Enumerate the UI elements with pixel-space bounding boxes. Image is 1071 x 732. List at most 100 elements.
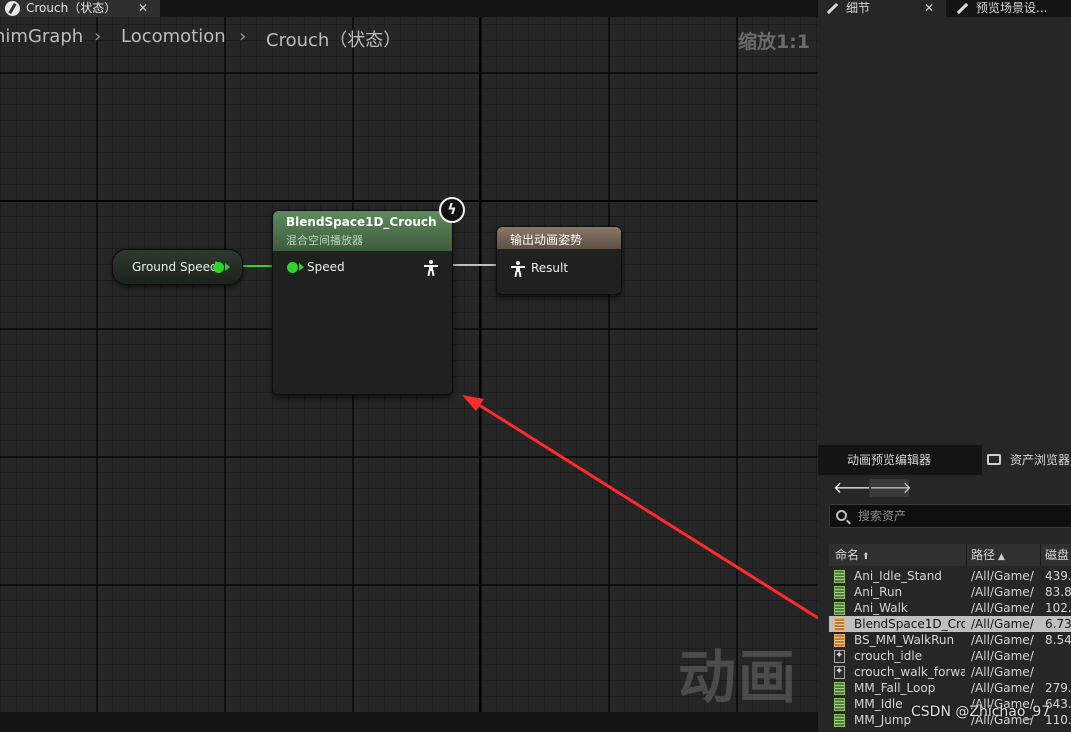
asset-path: /All/Game/: [971, 649, 1034, 663]
forward-arrow-icon[interactable]: 🡒: [869, 479, 912, 497]
editor-window: Crouch（状态） ✕ nimGraph › Locomotion › Cro…: [0, 0, 1071, 732]
csdn-watermark: CSDN @Zhichao_97: [911, 704, 1051, 720]
chevron-right-icon: ›: [94, 26, 102, 47]
column-label: 命名: [835, 548, 860, 562]
node-label: Ground Speed: [132, 260, 218, 274]
asset-row[interactable]: Ani_Run/All/Game/83.85: [829, 584, 1071, 600]
asset-path: /All/Game/: [971, 681, 1034, 695]
column-header-name[interactable]: 命名 ⬆: [829, 544, 967, 566]
tab-title: Crouch（状态）: [26, 1, 117, 15]
close-icon[interactable]: ✕: [137, 0, 149, 17]
column-label: 磁盘: [1045, 548, 1070, 562]
asset-name: MM_Fall_Loop: [854, 681, 936, 695]
breadcrumb: nimGraph › Locomotion › Crouch（状态） 缩放1:1: [0, 17, 818, 59]
node-title: BlendSpace1D_Crouch: [286, 215, 437, 229]
asset-row[interactable]: crouch_walk_forward/All/Game/: [829, 664, 1071, 680]
animation-asset-icon: [834, 682, 845, 695]
details-tab-bar: 细节 ✕ 预览场景设...: [818, 0, 1071, 17]
graph-type-watermark: 动画: [678, 643, 799, 711]
asset-search-box[interactable]: [829, 504, 1071, 528]
asset-size: 279.9: [1045, 681, 1071, 695]
blendspace-asset-icon: [834, 618, 845, 631]
details-body: [818, 17, 1071, 445]
asset-name: BS_MM_WalkRun: [854, 633, 955, 647]
asset-row[interactable]: crouch_idle/All/Game/: [829, 648, 1071, 664]
lightning-icon: ϟ: [439, 197, 465, 223]
blendspace-player-node[interactable]: BlendSpace1D_Crouch 混合空间播放器 Speed: [272, 210, 453, 395]
asset-path: /All/Game/: [971, 585, 1034, 599]
asset-path: /All/Game/: [971, 617, 1034, 631]
column-label: 路径: [971, 548, 996, 562]
pencil-icon: [826, 3, 838, 15]
asset-table-header: 命名 ⬆ 路径 ▲ 磁盘: [829, 544, 1071, 566]
pin-arrow-icon: [299, 263, 304, 271]
asset-row[interactable]: Ani_Walk/All/Game/102.2: [829, 600, 1071, 616]
speed-input-pin[interactable]: [287, 262, 298, 273]
ground-speed-node[interactable]: Ground Speed: [112, 249, 243, 285]
column-header-size[interactable]: 磁盘: [1041, 544, 1071, 566]
asset-name: BlendSpace1D_Crouch: [854, 617, 965, 631]
asset-row[interactable]: Ani_Idle_Stand/All/Game/439.7: [829, 568, 1071, 584]
asset-row[interactable]: BlendSpace1D_Crouch/All/Game/6.733: [829, 616, 1071, 632]
asset-browser-body: 🡐 🡒 命名⬆ 路径▲ 磁盘 Ani_I: [818, 475, 1071, 732]
back-arrow-icon[interactable]: 🡐: [833, 479, 876, 497]
tab-preview-scene-settings[interactable]: 预览场景设...: [948, 0, 1071, 17]
sort-icon: ⬆: [862, 552, 870, 562]
blendspace-asset-icon: [834, 634, 845, 647]
tab-label: 动画预览编辑器: [847, 453, 932, 467]
asset-path: /All/Game/: [971, 569, 1034, 583]
output-pose-node[interactable]: 输出动画姿势 Result: [496, 226, 622, 295]
pencil-icon: [956, 3, 968, 15]
pose-pin-icon[interactable]: [424, 260, 438, 277]
animation-asset-icon: [834, 698, 845, 711]
tab-label: 资产浏览器: [1010, 453, 1071, 467]
zoom-level: 缩放1:1: [737, 31, 810, 53]
asset-size: 8.543: [1045, 633, 1071, 647]
right-panel: 细节 ✕ 预览场景设... 动画预览编辑器 资产浏览器 🡐 🡒 搜索资产 命名 …: [818, 0, 1071, 732]
asset-name: Ani_Run: [854, 585, 903, 599]
skeleton-asset-icon: [834, 648, 845, 664]
asset-row[interactable]: BS_MM_WalkRun/All/Game/8.543: [829, 632, 1071, 648]
tab-label: 细节: [846, 1, 871, 15]
asset-size: 102.2: [1045, 601, 1071, 615]
animation-asset-icon: [834, 570, 845, 583]
tab-asset-browser[interactable]: 资产浏览器: [982, 445, 1071, 475]
animation-asset-icon: [834, 586, 845, 599]
animation-asset-icon: [834, 714, 845, 727]
chevron-right-icon: ›: [239, 26, 247, 47]
asset-name: crouch_idle: [854, 649, 923, 663]
tab-details[interactable]: 细节 ✕: [818, 0, 946, 17]
asset-tab-bar: 动画预览编辑器 资产浏览器: [818, 445, 1071, 475]
animation-asset-icon: [834, 602, 845, 615]
graph-bottom-bar: [0, 712, 818, 732]
asset-path: /All/Game/: [971, 665, 1034, 679]
pose-pin-icon[interactable]: [511, 261, 525, 278]
output-pin[interactable]: [213, 262, 224, 273]
asset-size: 6.733: [1045, 617, 1071, 631]
folder-icon: [987, 454, 1001, 465]
graph-tab-bar: Crouch（状态） ✕: [0, 0, 818, 17]
unreal-logo-icon: [5, 1, 20, 16]
pin-arrow-icon: [225, 263, 230, 271]
sort-ascending-icon: ▲: [998, 552, 1005, 562]
search-input[interactable]: [858, 507, 1058, 525]
node-header: BlendSpace1D_Crouch 混合空间播放器: [273, 211, 452, 251]
asset-row[interactable]: MM_Fall_Loop/All/Game/279.9: [829, 680, 1071, 696]
breadcrumb-item-animgraph[interactable]: nimGraph: [0, 26, 83, 47]
asset-name: crouch_walk_forward: [854, 665, 965, 679]
origin-axis-vertical: [479, 17, 481, 712]
close-icon[interactable]: ✕: [924, 0, 934, 17]
node-title: 输出动画姿势: [510, 233, 583, 247]
asset-browser-panel: 动画预览编辑器 资产浏览器 🡐 🡒 命名⬆: [818, 445, 1071, 732]
tab-crouch-state[interactable]: Crouch（状态） ✕: [0, 0, 160, 17]
node-subtitle: 混合空间播放器: [286, 234, 363, 247]
asset-name: Ani_Idle_Stand: [854, 569, 942, 583]
search-icon: [836, 510, 847, 521]
tab-anim-preview-editor[interactable]: 动画预览编辑器: [818, 445, 978, 475]
asset-path: /All/Game/: [971, 633, 1034, 647]
column-header-path[interactable]: 路径 ▲: [967, 544, 1041, 566]
anim-graph-panel: Crouch（状态） ✕ nimGraph › Locomotion › Cro…: [0, 0, 818, 732]
asset-path: /All/Game/: [971, 601, 1034, 615]
breadcrumb-item-locomotion[interactable]: Locomotion: [121, 26, 226, 47]
breadcrumb-item-crouch[interactable]: Crouch（状态）: [266, 26, 401, 52]
